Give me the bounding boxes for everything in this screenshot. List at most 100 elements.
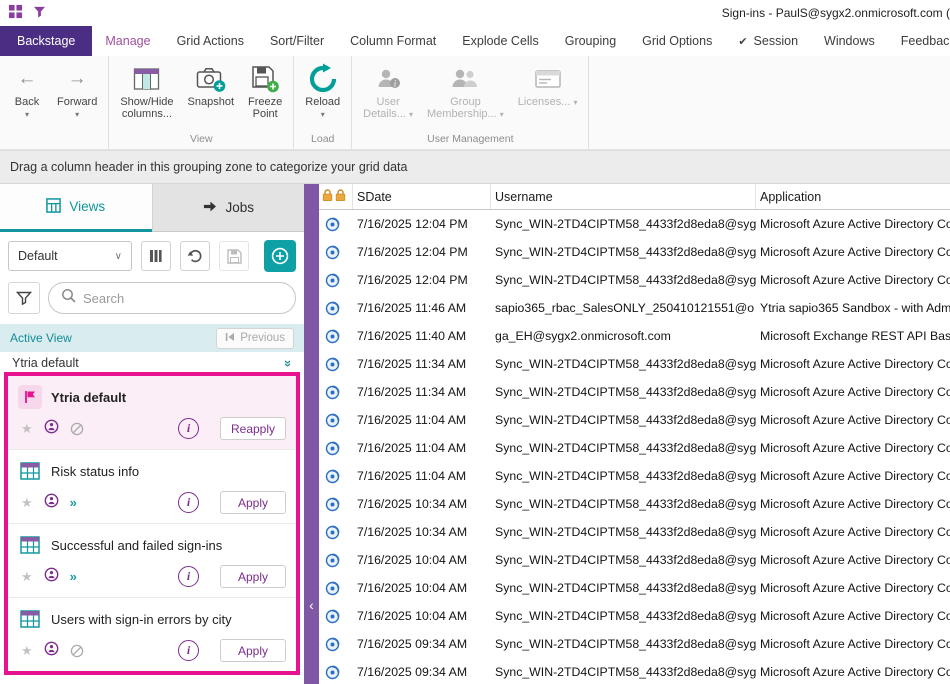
- licenses-button[interactable]: Licenses... ▾: [511, 58, 585, 111]
- jobs-arrow-icon: [202, 200, 217, 216]
- group-people-icon: [450, 62, 480, 96]
- snapshot-button[interactable]: Snapshot: [181, 58, 241, 110]
- ribbon-tab[interactable]: ✔ Column Format: [337, 26, 449, 56]
- apply-view-button[interactable]: Apply: [220, 491, 286, 514]
- ribbon-tab[interactable]: ✔ Session: [725, 26, 811, 56]
- view-info-button[interactable]: i: [178, 566, 199, 587]
- signin-row-icon: [319, 469, 353, 484]
- favorite-star-icon[interactable]: ★: [21, 496, 33, 509]
- group-membership-button[interactable]: Group Membership... ▾: [420, 58, 511, 123]
- ribbon-tab[interactable]: ✔ Explode Cells: [449, 26, 551, 56]
- favorite-star-icon[interactable]: ★: [21, 422, 33, 435]
- cell-application: Microsoft Azure Active Directory Co: [756, 497, 950, 511]
- back-button[interactable]: ← Back ▾: [4, 58, 50, 121]
- view-info-button[interactable]: i: [178, 418, 199, 439]
- ribbon-tab[interactable]: ✔ Windows: [811, 26, 888, 56]
- apply-view-button[interactable]: Apply: [220, 639, 286, 662]
- ribbon-tab[interactable]: ✔ Grid Options: [629, 26, 725, 56]
- table-row[interactable]: 7/16/2025 11:04 AM Sync_WIN-2TD4CIPTM58_…: [319, 434, 950, 462]
- favorite-star-icon[interactable]: ★: [21, 644, 33, 657]
- table-row[interactable]: 7/16/2025 11:04 AM Sync_WIN-2TD4CIPTM58_…: [319, 406, 950, 434]
- forward-button[interactable]: → Forward ▾: [50, 58, 104, 121]
- reload-button[interactable]: Reload ▾: [298, 58, 347, 121]
- grid-views-icon: [46, 198, 61, 216]
- licenses-label: Licenses...: [518, 96, 571, 108]
- cell-application: Microsoft Azure Active Directory Co: [756, 357, 950, 371]
- ribbon-group-nav: ← Back ▾ → Forward ▾: [0, 56, 109, 149]
- tab-views[interactable]: Views: [0, 184, 152, 232]
- column-header-locks[interactable]: [319, 184, 353, 209]
- view-set-select[interactable]: Default ∨: [8, 241, 132, 271]
- quick-menu-icon[interactable]: [33, 5, 46, 23]
- table-row[interactable]: 7/16/2025 11:34 AM Sync_WIN-2TD4CIPTM58_…: [319, 378, 950, 406]
- view-set-value: Default: [18, 249, 58, 263]
- table-row[interactable]: 7/16/2025 11:04 AM Sync_WIN-2TD4CIPTM58_…: [319, 462, 950, 490]
- freeze-point-button[interactable]: Freeze Point: [241, 58, 289, 122]
- view-info-button[interactable]: i: [178, 492, 199, 513]
- tab-jobs[interactable]: Jobs: [152, 184, 305, 232]
- previous-button[interactable]: Previous: [216, 328, 294, 349]
- table-row[interactable]: 7/16/2025 10:34 AM Sync_WIN-2TD4CIPTM58_…: [319, 518, 950, 546]
- builtin-badge-icon: [44, 641, 59, 661]
- show-hide-label-1: Show/Hide: [120, 96, 173, 108]
- signin-row-icon: [319, 665, 353, 680]
- ribbon-tab[interactable]: ✔ Sort/Filter: [257, 26, 337, 56]
- view-list-item[interactable]: Successful and failed sign-ins ★ » i App…: [8, 523, 296, 597]
- group-membership-label-1: Group: [450, 96, 481, 108]
- caret-icon: ▾: [75, 110, 79, 119]
- column-header-application[interactable]: Application: [756, 184, 950, 209]
- apply-view-button[interactable]: Reapply: [220, 417, 286, 440]
- panel-splitter[interactable]: ‹: [304, 184, 319, 684]
- table-row[interactable]: 7/16/2025 09:34 AM Sync_WIN-2TD4CIPTM58_…: [319, 658, 950, 684]
- collapse-panel-icon[interactable]: ‹: [304, 598, 319, 612]
- ribbon-tab[interactable]: ✔ Feedback: [888, 26, 950, 56]
- ribbon-tab[interactable]: ✔ Backstage: [0, 26, 92, 56]
- manage-columns-button[interactable]: [141, 241, 171, 271]
- ribbon-tab[interactable]: ✔ Grid Actions: [164, 26, 257, 56]
- view-list-item[interactable]: Ytria default ★ » i Reapply: [8, 376, 296, 449]
- search-icon: [61, 288, 76, 308]
- reset-view-button[interactable]: [180, 241, 210, 271]
- collapse-section-icon[interactable]: »: [281, 359, 296, 366]
- table-row[interactable]: 7/16/2025 09:34 AM Sync_WIN-2TD4CIPTM58_…: [319, 630, 950, 658]
- lock-icon: [322, 189, 333, 205]
- view-name: Ytria default: [51, 390, 126, 405]
- view-list-item[interactable]: Users with sign-in errors by city ★ » i …: [8, 597, 296, 671]
- ribbon-tab[interactable]: ✔ Manage: [92, 26, 163, 56]
- column-header-username[interactable]: Username: [491, 184, 756, 209]
- view-info-button[interactable]: i: [178, 640, 199, 661]
- ribbon-tab-label: Explode Cells: [462, 34, 538, 48]
- table-row[interactable]: 7/16/2025 10:04 AM Sync_WIN-2TD4CIPTM58_…: [319, 574, 950, 602]
- view-list-item[interactable]: Risk status info ★ » i Apply: [8, 449, 296, 523]
- column-header-date[interactable]: SDate: [353, 184, 491, 209]
- user-details-button[interactable]: i User Details... ▾: [356, 58, 420, 123]
- caret-icon: ▾: [321, 110, 325, 119]
- table-row[interactable]: 7/16/2025 11:34 AM Sync_WIN-2TD4CIPTM58_…: [319, 350, 950, 378]
- show-hide-label-2: columns...: [122, 108, 172, 120]
- apply-view-button[interactable]: Apply: [220, 565, 286, 588]
- table-row[interactable]: 7/16/2025 12:04 PM Sync_WIN-2TD4CIPTM58_…: [319, 238, 950, 266]
- table-row[interactable]: 7/16/2025 11:46 AM sapio365_rbac_SalesON…: [319, 294, 950, 322]
- snapshot-label: Snapshot: [188, 96, 234, 108]
- favorite-star-icon[interactable]: ★: [21, 570, 33, 583]
- autoapply-arrows-icon: »: [70, 569, 77, 584]
- ribbon-tab[interactable]: ✔ Grouping: [552, 26, 629, 56]
- table-row[interactable]: 7/16/2025 12:04 PM Sync_WIN-2TD4CIPTM58_…: [319, 266, 950, 294]
- add-view-button[interactable]: [264, 240, 296, 272]
- app-icon[interactable]: [8, 4, 23, 24]
- filter-button[interactable]: [8, 282, 40, 314]
- show-hide-columns-button[interactable]: Show/Hide columns...: [113, 58, 180, 122]
- table-row[interactable]: 7/16/2025 12:04 PM Sync_WIN-2TD4CIPTM58_…: [319, 210, 950, 238]
- grouping-zone[interactable]: Drag a column header in this grouping zo…: [0, 150, 950, 184]
- table-row[interactable]: 7/16/2025 10:04 AM Sync_WIN-2TD4CIPTM58_…: [319, 602, 950, 630]
- save-view-button[interactable]: [219, 241, 249, 271]
- table-row[interactable]: 7/16/2025 10:04 AM Sync_WIN-2TD4CIPTM58_…: [319, 546, 950, 574]
- search-input[interactable]: [83, 291, 283, 306]
- table-row[interactable]: 7/16/2025 11:40 AM ga_EH@sygx2.onmicroso…: [319, 322, 950, 350]
- tab-jobs-label: Jobs: [225, 200, 254, 215]
- signin-row-icon: [319, 497, 353, 512]
- caret-icon: ▾: [573, 98, 577, 107]
- table-row[interactable]: 7/16/2025 10:34 AM Sync_WIN-2TD4CIPTM58_…: [319, 490, 950, 518]
- signin-row-icon: [319, 301, 353, 316]
- cell-date: 7/16/2025 11:46 AM: [353, 301, 491, 315]
